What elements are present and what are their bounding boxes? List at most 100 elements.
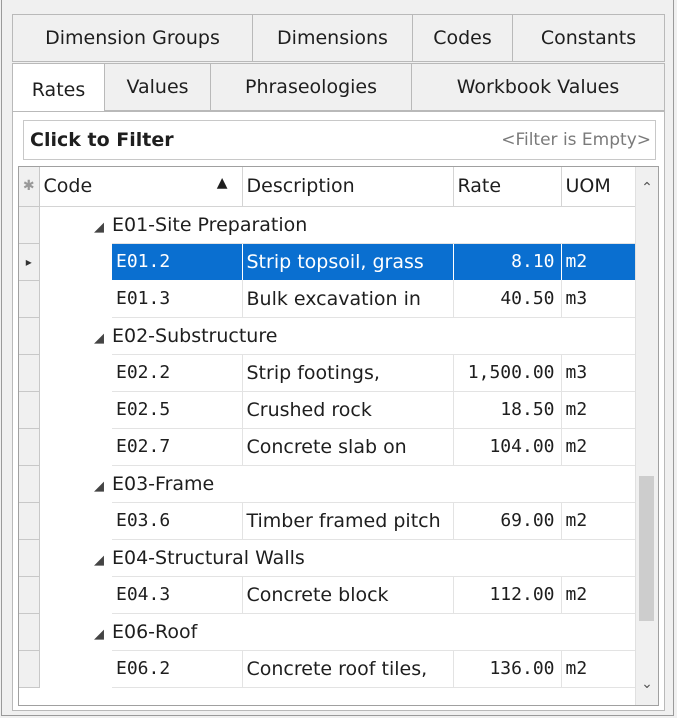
cell-code[interactable]: E02.5 — [112, 391, 243, 429]
row-indicator[interactable] — [19, 539, 40, 577]
group-row[interactable]: ◢ E04-Structural Walls — [19, 539, 636, 577]
cell-rate[interactable]: 8.10 — [453, 243, 562, 281]
cell-code[interactable]: E01.3 — [112, 280, 243, 318]
cell-description[interactable]: Strip topsoil, grass — [242, 243, 454, 281]
column-header-code-label: Code — [43, 175, 93, 198]
cell-rate[interactable]: 136.00 — [453, 650, 562, 688]
collapse-group-icon[interactable]: ◢ — [86, 553, 112, 568]
cell-description[interactable]: Bulk excavation in — [242, 280, 454, 318]
scroll-down-arrow-icon[interactable]: ⌄ — [636, 673, 658, 695]
tab-workbook-values[interactable]: Workbook Values — [411, 63, 665, 111]
vertical-scrollbar[interactable]: ⌃ ⌄ — [635, 167, 658, 705]
cell-description[interactable]: Timber framed pitch — [242, 502, 454, 540]
row-indicator[interactable] — [19, 502, 40, 540]
table-row[interactable]: E02.5 Crushed rock 18.50 m2 — [19, 391, 637, 429]
cell-rate[interactable]: 40.50 — [453, 280, 562, 318]
row-indent — [39, 391, 112, 428]
table-row[interactable]: E01.3 Bulk excavation in 40.50 m3 — [19, 280, 637, 318]
cell-uom[interactable]: m2 — [561, 576, 637, 614]
scroll-up-arrow-icon[interactable]: ⌃ — [636, 177, 658, 199]
table-row[interactable]: ▸ E01.2 Strip topsoil, grass 8.10 m2 — [19, 243, 637, 281]
row-indicator[interactable]: ▸ — [19, 243, 40, 281]
group-name: E03-Frame — [112, 465, 636, 503]
tab-dimensions[interactable]: Dimensions — [252, 14, 412, 62]
cell-uom[interactable]: m2 — [561, 428, 637, 466]
tab-codes[interactable]: Codes — [412, 14, 512, 62]
group-row[interactable]: ◢ E06-Roof — [19, 613, 636, 651]
tab-phraseologies[interactable]: Phraseologies — [210, 63, 411, 111]
row-indicator[interactable] — [19, 206, 40, 244]
tab-constants[interactable]: Constants — [512, 14, 665, 62]
cell-rate[interactable]: 69.00 — [453, 502, 562, 540]
group-row[interactable]: ◢ E03-Frame — [19, 465, 636, 503]
tab-values[interactable]: Values — [104, 63, 210, 111]
cell-code[interactable]: E04.3 — [112, 576, 243, 614]
filter-status: <Filter is Empty> — [501, 130, 651, 150]
column-chooser-icon[interactable]: ✱ — [19, 167, 40, 207]
group-name: E04-Structural Walls — [112, 539, 636, 577]
table-row[interactable]: E02.7 Concrete slab on 104.00 m2 — [19, 428, 637, 466]
filter-bar[interactable]: Click to Filter <Filter is Empty> — [23, 120, 656, 160]
collapse-group-icon[interactable]: ◢ — [86, 479, 112, 494]
column-header-uom[interactable]: UOM — [561, 167, 637, 207]
cell-rate[interactable]: 104.00 — [453, 428, 562, 466]
row-indicator[interactable] — [19, 428, 40, 466]
column-header-description[interactable]: Description — [242, 167, 454, 207]
table-row[interactable]: E03.6 Timber framed pitch 69.00 m2 — [19, 502, 637, 540]
row-indent — [39, 243, 112, 280]
cell-uom[interactable]: m2 — [561, 502, 637, 540]
cell-description[interactable]: Strip footings, — [242, 354, 454, 392]
collapse-group-icon[interactable]: ◢ — [86, 331, 112, 346]
row-indent — [39, 576, 112, 613]
cell-uom[interactable]: m2 — [561, 391, 637, 429]
rates-panel-frame: Dimension Groups Dimensions Codes Consta… — [1, 0, 674, 716]
group-indent: ◢ — [39, 613, 112, 650]
row-indicator[interactable] — [19, 576, 40, 614]
collapse-group-icon[interactable]: ◢ — [86, 627, 112, 642]
collapse-group-icon[interactable]: ◢ — [86, 220, 112, 235]
cell-code[interactable]: E02.2 — [112, 354, 243, 392]
column-header-code[interactable]: Code ▲ — [39, 167, 243, 207]
row-indent — [39, 354, 112, 391]
cell-rate[interactable]: 112.00 — [453, 576, 562, 614]
cell-code[interactable]: E06.2 — [112, 650, 243, 688]
scrollbar-thumb[interactable] — [639, 476, 654, 621]
row-indicator[interactable] — [19, 613, 40, 651]
rates-tab-content: Click to Filter <Filter is Empty> ✱ Code… — [12, 111, 665, 711]
cell-uom[interactable]: m3 — [561, 354, 637, 392]
cell-uom[interactable]: m3 — [561, 280, 637, 318]
cell-code[interactable]: E03.6 — [112, 502, 243, 540]
group-row[interactable]: ◢ E01-Site Preparation — [19, 206, 636, 244]
table-row[interactable]: E04.3 Concrete block 112.00 m2 — [19, 576, 637, 614]
column-header-rate[interactable]: Rate — [453, 167, 562, 207]
cell-code[interactable]: E02.7 — [112, 428, 243, 466]
group-row[interactable]: ◢ E02-Substructure — [19, 317, 636, 355]
row-indicator[interactable] — [19, 650, 40, 688]
tab-dimension-groups[interactable]: Dimension Groups — [12, 14, 252, 62]
table-row[interactable]: E02.2 Strip footings, 1,500.00 m3 — [19, 354, 637, 392]
cell-rate[interactable]: 18.50 — [453, 391, 562, 429]
row-indicator[interactable] — [19, 354, 40, 392]
filter-label[interactable]: Click to Filter — [30, 129, 174, 151]
group-name: E01-Site Preparation — [112, 206, 636, 244]
rates-grid[interactable]: ✱ Code ▲ Description Rate UOM ◢ E01-Site … — [18, 166, 659, 706]
cell-description[interactable]: Concrete block — [242, 576, 454, 614]
cell-uom[interactable]: m2 — [561, 650, 637, 688]
tab-rates[interactable]: Rates — [12, 63, 104, 115]
table-row[interactable]: E06.2 Concrete roof tiles, 136.00 m2 — [19, 650, 637, 688]
rates-table: ✱ Code ▲ Description Rate UOM ◢ E01-Site … — [19, 167, 637, 688]
row-indicator[interactable] — [19, 391, 40, 429]
cell-description[interactable]: Concrete roof tiles, — [242, 650, 454, 688]
cell-description[interactable]: Crushed rock — [242, 391, 454, 429]
sort-ascending-icon: ▲ — [216, 175, 228, 192]
cell-description[interactable]: Concrete slab on — [242, 428, 454, 466]
cell-uom[interactable]: m2 — [561, 243, 637, 281]
cell-code[interactable]: E01.2 — [112, 243, 243, 281]
group-indent: ◢ — [39, 539, 112, 576]
row-indicator[interactable] — [19, 280, 40, 318]
row-indicator[interactable] — [19, 465, 40, 503]
row-indicator[interactable] — [19, 317, 40, 355]
grid-header-row: ✱ Code ▲ Description Rate UOM — [19, 167, 637, 207]
row-indent — [39, 428, 112, 465]
cell-rate[interactable]: 1,500.00 — [453, 354, 562, 392]
